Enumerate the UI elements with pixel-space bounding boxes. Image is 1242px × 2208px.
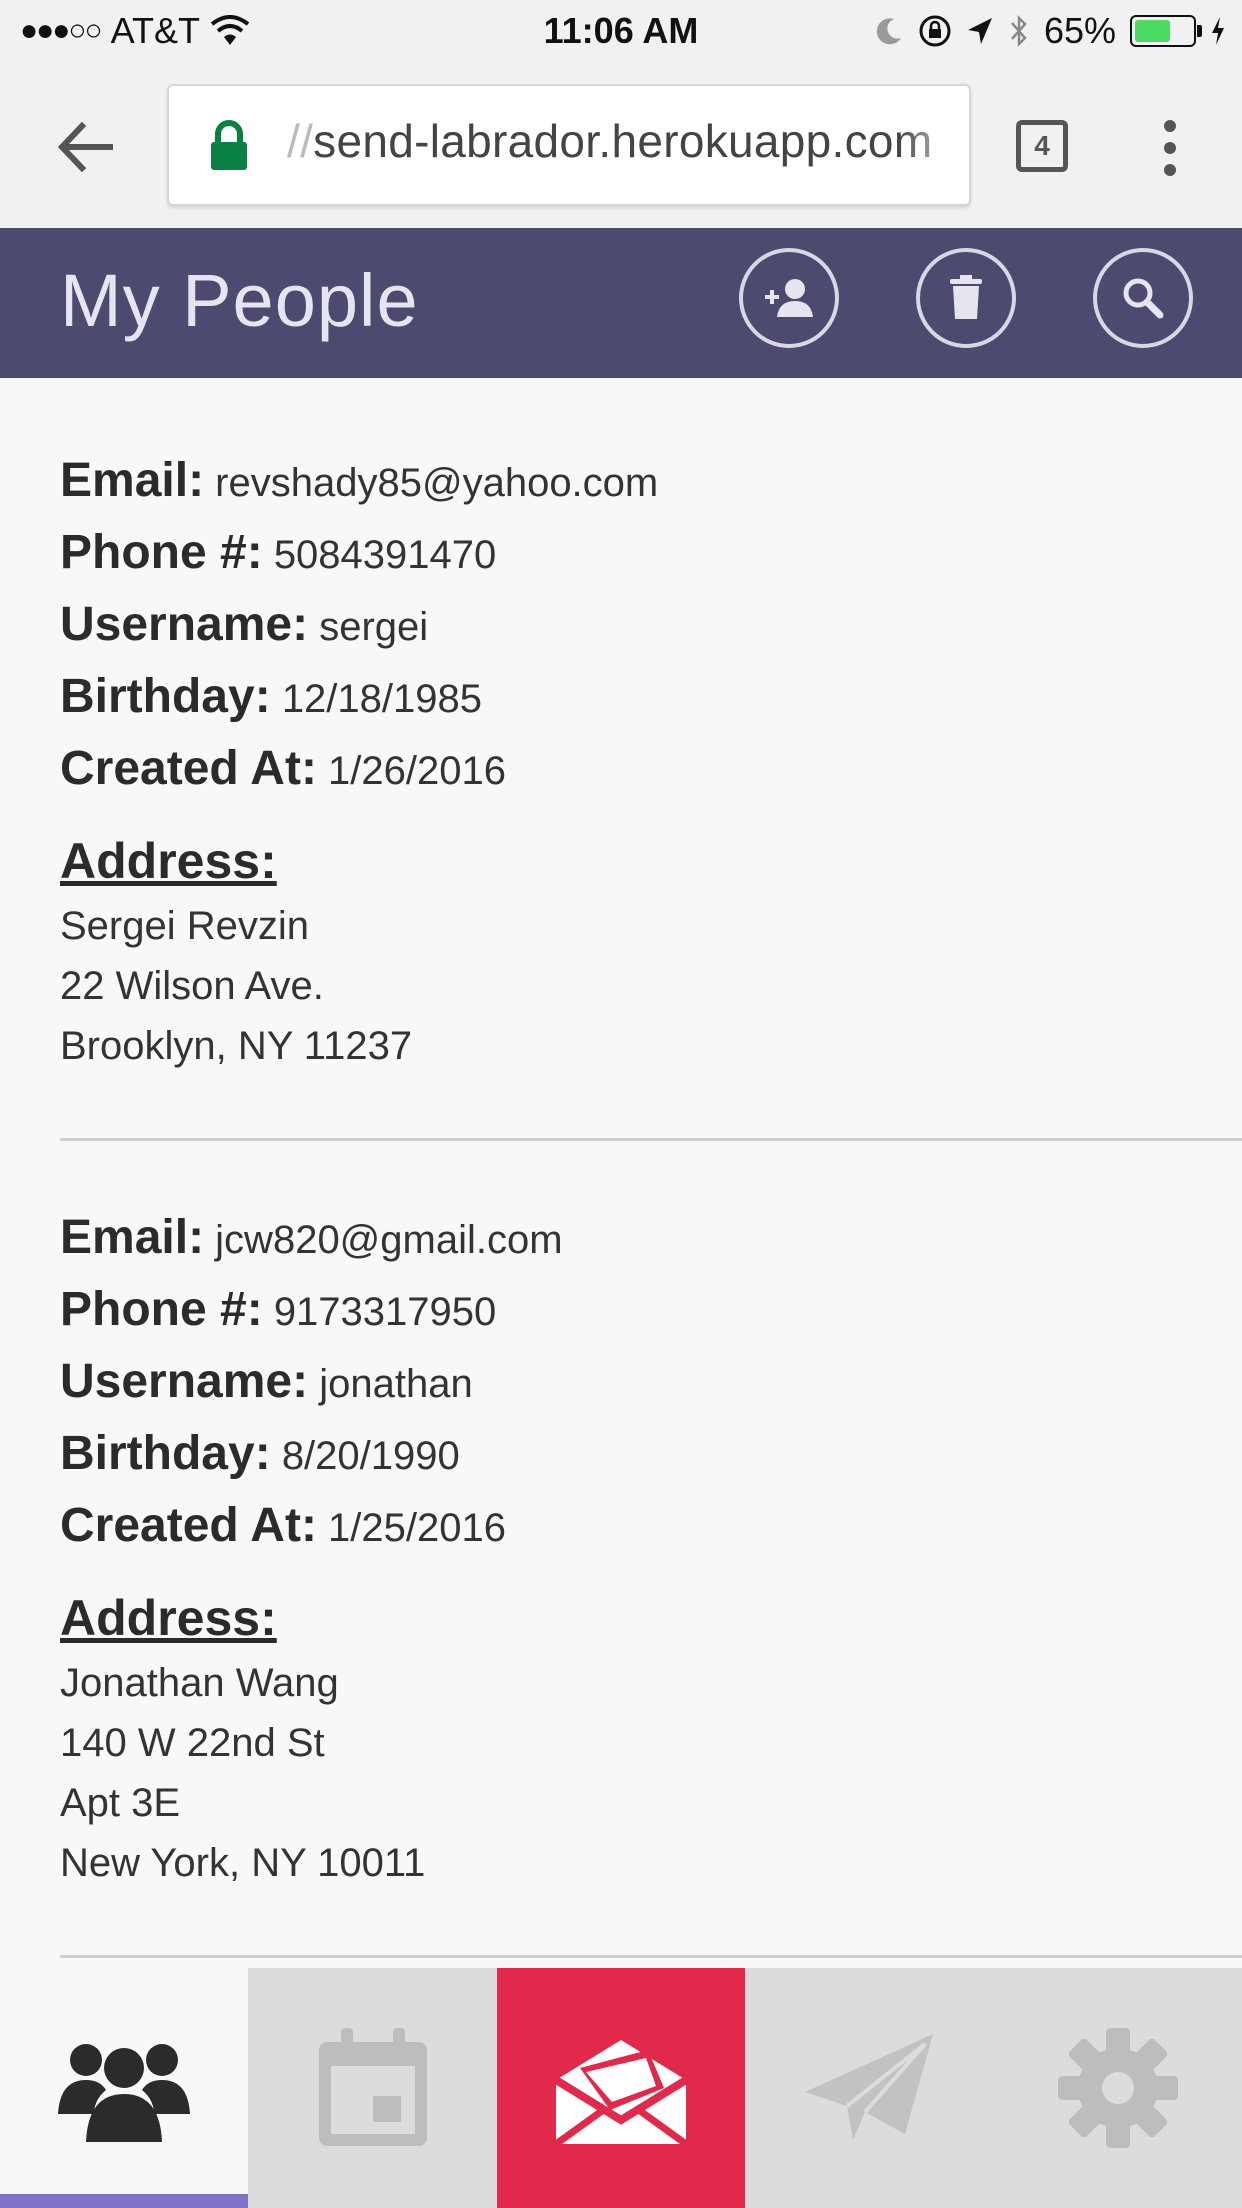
nav-calendar-tab[interactable] xyxy=(248,1968,497,2208)
created-row: Created At: 1/26/2016 xyxy=(60,734,1242,806)
browser-toolbar: //send-labrador.herokuapp.com 4 xyxy=(0,62,1242,228)
battery-icon xyxy=(1130,15,1202,47)
address-line: Sergei Revzin xyxy=(60,904,310,948)
divider xyxy=(60,1955,1242,1958)
gear-icon xyxy=(1057,2028,1178,2148)
search-icon xyxy=(1123,278,1164,319)
birthday-value: 12/18/1985 xyxy=(281,677,483,721)
lock-icon xyxy=(211,120,247,170)
address-heading: Address: xyxy=(60,833,277,889)
bottom-nav xyxy=(0,1968,1242,2208)
page-title: My People xyxy=(60,259,419,342)
phone-row: Phone #: 5084391470 xyxy=(60,518,1242,590)
email-row: Email: jcw820@gmail.com xyxy=(60,1203,1242,1275)
username-label: Username: xyxy=(60,598,309,651)
email-label: Email: xyxy=(60,1211,205,1264)
phone-label: Phone #: xyxy=(60,1283,263,1336)
battery-percent: 65% xyxy=(1043,10,1116,51)
username-row: Username: sergei xyxy=(60,590,1242,662)
birthday-label: Birthday: xyxy=(60,1427,271,1480)
overflow-menu-icon[interactable] xyxy=(1150,116,1190,180)
email-label: Email: xyxy=(60,454,205,507)
app-header: My People xyxy=(0,228,1242,378)
moon-icon xyxy=(876,18,901,45)
location-arrow-icon xyxy=(967,18,992,44)
username-value: jonathan xyxy=(319,1362,473,1406)
url-bar[interactable]: //send-labrador.herokuapp.com xyxy=(167,84,971,206)
phone-label: Phone #: xyxy=(60,526,263,579)
birthday-label: Birthday: xyxy=(60,670,271,723)
email-value: jcw820@gmail.com xyxy=(215,1218,563,1262)
nav-sent-tab[interactable] xyxy=(745,1968,994,2208)
search-button[interactable] xyxy=(1093,248,1193,348)
tab-switcher-button[interactable]: 4 xyxy=(1016,120,1068,172)
birthday-row: Birthday: 12/18/1985 xyxy=(60,662,1242,734)
person-card: Email: revshady85@yahoo.com Phone #: 508… xyxy=(0,378,1242,1076)
nav-mail-tab[interactable] xyxy=(496,1968,746,2208)
url-text: //send-labrador.herokuapp.com xyxy=(287,114,932,168)
address-line: 140 W 22nd St xyxy=(60,1721,325,1765)
active-tab-indicator xyxy=(0,2194,249,2208)
email-row: Email: revshady85@yahoo.com xyxy=(60,446,1242,518)
people-list: Email: revshady85@yahoo.com Phone #: 508… xyxy=(0,378,1242,1958)
status-bar: ●●●○○ AT&T 11:06 AM 65% xyxy=(0,0,1242,62)
phone-value: 9173317950 xyxy=(273,1290,497,1334)
address-line: New York, NY 10011 xyxy=(60,1841,426,1885)
url-fade xyxy=(899,86,969,204)
created-label: Created At: xyxy=(60,1499,317,1552)
add-person-button[interactable] xyxy=(739,248,839,348)
email-value: revshady85@yahoo.com xyxy=(215,461,659,505)
nav-settings-tab[interactable] xyxy=(993,1968,1242,2208)
back-arrow-icon[interactable] xyxy=(50,112,120,182)
add-person-icon xyxy=(765,279,813,317)
bluetooth-icon xyxy=(1010,14,1027,48)
calendar-icon xyxy=(318,2028,427,2146)
envelope-icon xyxy=(553,2040,689,2147)
trash-icon xyxy=(950,275,982,319)
person-card: Email: jcw820@gmail.com Phone #: 9173317… xyxy=(0,1141,1242,1893)
delete-button[interactable] xyxy=(916,248,1016,348)
address-heading: Address: xyxy=(60,1590,277,1646)
created-value: 1/26/2016 xyxy=(328,749,506,793)
phone-value: 5084391470 xyxy=(273,533,497,577)
created-label: Created At: xyxy=(60,742,317,795)
address-line: 22 Wilson Ave. xyxy=(60,964,324,1008)
phone-row: Phone #: 9173317950 xyxy=(60,1275,1242,1347)
charging-bolt-icon xyxy=(1212,17,1224,45)
username-label: Username: xyxy=(60,1355,309,1408)
address-line: Brooklyn, NY 11237 xyxy=(60,1024,413,1068)
address-line: Apt 3E xyxy=(60,1781,181,1825)
birthday-row: Birthday: 8/20/1990 xyxy=(60,1419,1242,1491)
created-row: Created At: 1/25/2016 xyxy=(60,1491,1242,1563)
address-line: Jonathan Wang xyxy=(60,1661,339,1705)
username-row: Username: jonathan xyxy=(60,1347,1242,1419)
username-value: sergei xyxy=(319,605,429,649)
rotation-lock-icon xyxy=(919,15,951,47)
birthday-value: 8/20/1990 xyxy=(281,1434,460,1478)
nav-people-tab[interactable] xyxy=(0,1968,249,2208)
paper-plane-icon xyxy=(805,2034,934,2140)
people-icon xyxy=(58,2044,191,2142)
url-scheme: // xyxy=(287,115,314,167)
url-domain: send-labrador.herokuapp.com xyxy=(313,115,933,167)
created-value: 1/25/2016 xyxy=(328,1506,506,1550)
battery-fill xyxy=(1135,20,1170,42)
